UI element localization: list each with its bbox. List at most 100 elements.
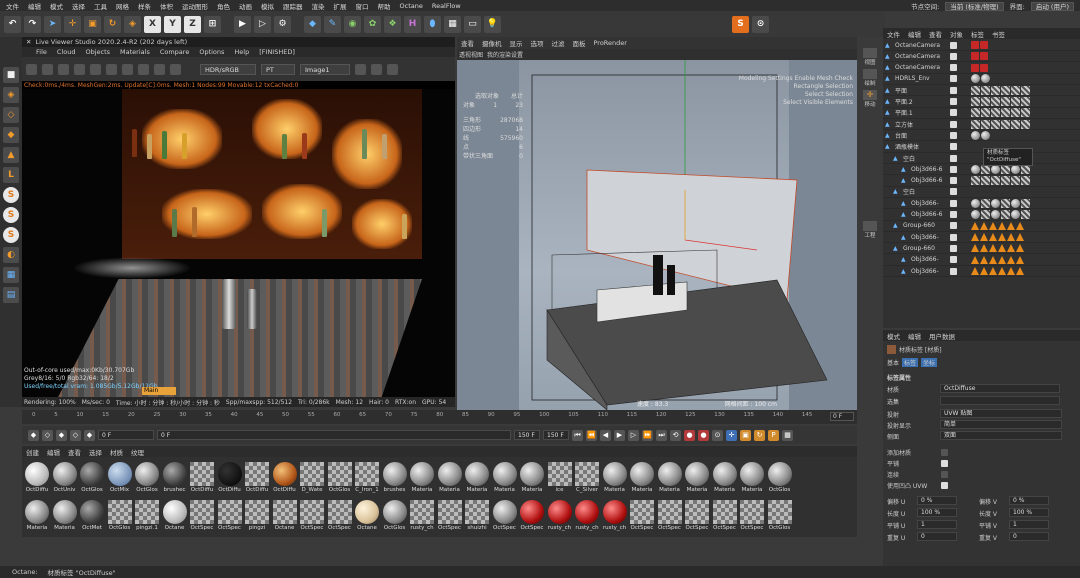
material-swatch[interactable]: OctMet: [79, 499, 105, 534]
visibility-check[interactable]: [950, 256, 957, 264]
material-tag-icon[interactable]: [981, 164, 990, 174]
material-tag-icon[interactable]: [1001, 85, 1010, 95]
pick-material-icon[interactable]: [122, 63, 133, 75]
texture-tag-icon[interactable]: [989, 255, 997, 264]
offset-u-field[interactable]: 0 %: [917, 496, 957, 505]
material-swatch[interactable]: Materia: [684, 461, 710, 496]
object-row[interactable]: ▲ 空白: [883, 153, 1080, 164]
tab-edit[interactable]: 编辑: [908, 331, 921, 341]
object-tab[interactable]: 编辑: [908, 29, 921, 39]
octane-tag-icon[interactable]: [971, 63, 979, 72]
visibility-check[interactable]: [950, 211, 957, 218]
material-tag-icon[interactable]: [1021, 210, 1030, 219]
z-axis-icon[interactable]: Z: [184, 15, 201, 33]
draw-side-button[interactable]: 绘制: [861, 69, 879, 87]
keyframe-icon[interactable]: ◆: [28, 429, 39, 441]
material-tag-icon[interactable]: [971, 97, 980, 106]
lv-menu-item[interactable]: Compare: [160, 48, 190, 56]
material-tag-icon[interactable]: [1021, 164, 1030, 174]
region-render-icon[interactable]: [90, 63, 101, 75]
material-tag-icon[interactable]: [981, 130, 990, 140]
material-tag-icon[interactable]: [1001, 198, 1010, 208]
material-field[interactable]: OctDiffuse: [940, 384, 1060, 393]
prev-frame-icon[interactable]: ◀: [600, 429, 611, 441]
kernel-select[interactable]: PT: [261, 63, 295, 75]
material-tag-icon[interactable]: [971, 108, 980, 118]
material-tag-icon[interactable]: [1021, 97, 1030, 106]
visibility-check[interactable]: [950, 120, 957, 128]
material-swatch[interactable]: OctDiffu: [244, 461, 270, 496]
material-tag-icon[interactable]: [971, 85, 980, 95]
material-tag-icon[interactable]: [991, 210, 1000, 219]
material-swatch[interactable]: OctSpec: [712, 499, 738, 534]
object-row[interactable]: ▲ Group-660: [883, 243, 1080, 255]
material-swatch[interactable]: C_Silver: [574, 461, 600, 496]
texture-tag-icon[interactable]: [1016, 255, 1024, 264]
restart-render-icon[interactable]: [42, 63, 53, 75]
material-swatch[interactable]: OctSpec: [437, 499, 463, 534]
layout-select[interactable]: 启动 (用户): [1030, 1, 1074, 11]
menu-item[interactable]: 网格: [116, 1, 129, 11]
material-tag-icon[interactable]: [971, 74, 980, 84]
visibility-check[interactable]: [950, 64, 957, 72]
object-tab[interactable]: 书签: [992, 29, 1005, 39]
texture-tag-icon[interactable]: [989, 267, 997, 275]
record-icon[interactable]: ●: [684, 429, 695, 441]
texture-tag-icon[interactable]: [1016, 244, 1024, 253]
material-swatch[interactable]: OctSpec: [189, 499, 215, 534]
material-tag-icon[interactable]: [991, 176, 1000, 186]
material-tag-icon[interactable]: [971, 119, 980, 129]
texture-tag-icon[interactable]: [1007, 255, 1015, 264]
projection-select[interactable]: UVW 贴图: [940, 409, 1062, 418]
menu-item[interactable]: 样条: [138, 1, 151, 11]
viewport-menu-item[interactable]: ProRender: [594, 39, 627, 47]
rot-key-icon[interactable]: ↻: [754, 429, 765, 441]
object-row[interactable]: ▲ 酒瓶模体: [883, 142, 1080, 153]
texture-tag-icon[interactable]: [989, 233, 997, 242]
menu-item[interactable]: 扩展: [334, 1, 347, 11]
polygons-mode-icon[interactable]: ◆: [3, 127, 19, 143]
material-swatch[interactable]: shuizhi: [464, 499, 490, 534]
material-swatch[interactable]: Materia: [712, 461, 738, 496]
material-tag-icon[interactable]: [971, 210, 980, 219]
save-image-icon[interactable]: [355, 63, 366, 75]
stop-render-icon[interactable]: [74, 63, 85, 75]
texture-tag-icon[interactable]: [1016, 233, 1024, 242]
texture-tag-icon[interactable]: [998, 233, 1006, 242]
octane-tag-icon[interactable]: [980, 41, 988, 49]
lock-icon[interactable]: [170, 63, 181, 75]
texture-tag-icon[interactable]: [998, 255, 1006, 264]
loop-icon[interactable]: ⟲: [670, 429, 681, 441]
material-swatch[interactable]: Materia: [657, 461, 683, 496]
visibility-check[interactable]: [950, 109, 957, 117]
snap-icon-2[interactable]: S: [3, 207, 19, 223]
transform-icon[interactable]: ◈: [124, 15, 141, 33]
camera-icon[interactable]: ▭: [464, 15, 481, 33]
material-swatch[interactable]: OctGlos: [134, 461, 160, 496]
material-tag-icon[interactable]: [1001, 210, 1010, 219]
menu-item[interactable]: Octane: [400, 2, 423, 10]
material-tag-icon[interactable]: [1001, 119, 1010, 129]
repeat-u-field[interactable]: 0: [917, 532, 957, 541]
material-swatch[interactable]: Materia: [24, 499, 50, 534]
perspective-viewport[interactable]: 查看 摄像机 显示 选项 过滤 面板 ProRender 透视视图 我的渲染设置 选取对象 总…: [457, 37, 857, 410]
projdisplay-select[interactable]: 简单: [940, 420, 1062, 429]
object-row[interactable]: ▲ Group-660: [883, 221, 1080, 232]
menu-item[interactable]: 帮助: [378, 1, 391, 11]
pause-render-icon[interactable]: [58, 63, 69, 75]
visibility-check[interactable]: [950, 267, 957, 275]
object-row[interactable]: ▲ Obj3d66-: [883, 255, 1080, 266]
clay-mode-icon[interactable]: [138, 63, 149, 75]
material-tag-icon[interactable]: [971, 198, 980, 208]
material-swatch[interactable]: Materia: [602, 461, 628, 496]
grid-icon[interactable]: ▤: [3, 287, 19, 303]
move-icon[interactable]: ✛: [64, 15, 81, 33]
tab-mode[interactable]: 模式: [887, 331, 900, 341]
object-row[interactable]: ▲ OctaneCamera: [883, 51, 1080, 63]
magnet-icon[interactable]: ◐: [3, 247, 19, 263]
material-swatch[interactable]: C_Iron_1: [354, 461, 380, 496]
viewport-menu-item[interactable]: 选项: [531, 38, 544, 48]
material-tag-icon[interactable]: [1011, 85, 1020, 95]
material-tag-icon[interactable]: [1001, 176, 1010, 186]
menu-item[interactable]: 跟踪器: [283, 1, 303, 11]
